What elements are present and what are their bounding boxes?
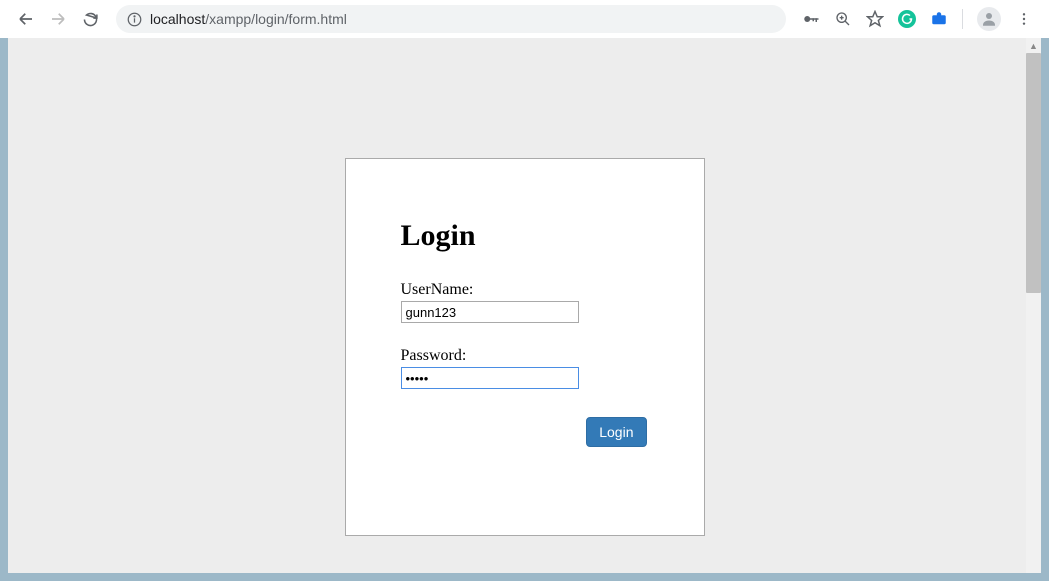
password-field: Password:	[401, 347, 649, 389]
profile-avatar[interactable]	[977, 7, 1001, 31]
back-button[interactable]	[16, 9, 36, 29]
password-label: Password:	[401, 347, 649, 365]
password-input[interactable]	[401, 367, 579, 389]
login-form-card: Login UserName: Password: Login	[345, 158, 705, 536]
username-input[interactable]	[401, 301, 579, 323]
menu-kebab-icon[interactable]	[1015, 10, 1033, 28]
bookmark-star-icon[interactable]	[866, 10, 884, 28]
password-key-icon[interactable]	[802, 10, 820, 28]
username-label: UserName:	[401, 281, 649, 299]
site-info-icon[interactable]	[126, 11, 142, 27]
scroll-up-button[interactable]: ▲	[1026, 38, 1041, 53]
browser-toolbar: localhost/xampp/login/form.html	[0, 0, 1049, 38]
extension-icon[interactable]	[930, 10, 948, 28]
login-heading: Login	[401, 219, 649, 253]
page-viewport: Login UserName: Password: Login ▲	[8, 38, 1041, 573]
toolbar-divider	[962, 9, 963, 29]
scrollbar-thumb[interactable]	[1026, 53, 1041, 293]
login-submit-button[interactable]: Login	[586, 417, 646, 447]
url-text: localhost/xampp/login/form.html	[150, 11, 347, 27]
forward-button[interactable]	[48, 9, 68, 29]
reload-button[interactable]	[80, 9, 100, 29]
vertical-scrollbar[interactable]: ▲	[1026, 38, 1041, 573]
grammarly-extension-icon[interactable]	[898, 10, 916, 28]
address-bar[interactable]: localhost/xampp/login/form.html	[116, 5, 786, 33]
username-field: UserName:	[401, 281, 649, 323]
zoom-icon[interactable]	[834, 10, 852, 28]
